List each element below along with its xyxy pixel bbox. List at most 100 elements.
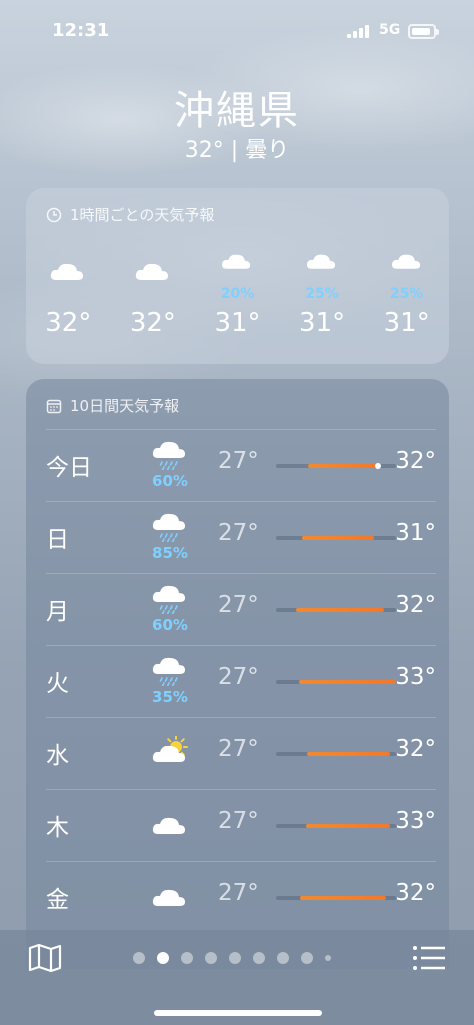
day-low-temp: 27° xyxy=(218,736,259,762)
day-precip: 60% xyxy=(152,616,188,634)
day-name: 月 xyxy=(46,599,69,625)
day-condition-wrap xyxy=(150,438,190,471)
temp-range-bar xyxy=(306,824,390,828)
day-low-temp: 27° xyxy=(218,664,259,690)
page-dot[interactable] xyxy=(133,952,145,964)
sun-cloud-icon xyxy=(152,735,188,762)
daily-title-label: 10日間天気予報 xyxy=(70,397,180,415)
day-condition-wrap xyxy=(150,808,190,840)
clock-icon xyxy=(46,207,62,222)
temp-range-track xyxy=(276,608,396,612)
hour-temp: 31° xyxy=(214,308,261,338)
hour-temp: 31° xyxy=(383,308,430,338)
day-low-temp: 27° xyxy=(218,520,259,546)
page-dot[interactable] xyxy=(157,952,169,964)
day-low-temp: 27° xyxy=(218,592,259,618)
hour-temp: 32° xyxy=(129,308,176,338)
day-precip: 60% xyxy=(152,472,188,490)
hour-condition-wrap xyxy=(387,246,427,278)
day-high-temp: 32° xyxy=(395,736,436,762)
rain-cloud-icon xyxy=(152,441,185,471)
day-row[interactable]: 日 85% 27° 31° xyxy=(46,501,436,573)
day-row[interactable]: 木 27° 33° xyxy=(46,789,436,861)
cloud-icon xyxy=(152,817,185,834)
page-dot[interactable] xyxy=(277,952,289,964)
page-dot[interactable] xyxy=(181,952,193,964)
map-icon[interactable] xyxy=(27,942,63,974)
day-row[interactable]: 水 27° 32° xyxy=(46,717,436,789)
temp-range-bar xyxy=(307,752,390,756)
hour-item: 20% 31° xyxy=(195,246,280,346)
rain-cloud-icon xyxy=(222,254,251,269)
list-icon[interactable] xyxy=(411,942,447,974)
hour-item: 32° xyxy=(111,246,196,346)
day-condition-wrap xyxy=(150,582,190,615)
day-row[interactable]: 今日 60% 27° 32° xyxy=(46,429,436,501)
hour-condition-wrap xyxy=(48,254,88,290)
page-indicator[interactable] xyxy=(133,952,331,964)
hour-condition-wrap xyxy=(133,254,173,290)
day-name: 日 xyxy=(46,527,69,553)
calendar-icon xyxy=(46,399,62,413)
cloud-icon xyxy=(51,263,84,280)
hour-item: 25% 31° xyxy=(280,246,365,346)
rain-cloud-icon xyxy=(152,657,185,687)
day-condition-wrap xyxy=(150,880,190,912)
home-indicator[interactable] xyxy=(154,1010,322,1016)
page-dot[interactable] xyxy=(325,955,331,961)
bottom-toolbar xyxy=(0,930,474,1025)
status-time: 12:31 xyxy=(52,20,110,41)
temp-range-track xyxy=(276,536,396,540)
temp-range-bar xyxy=(300,896,387,900)
ten-day-forecast-card[interactable]: 10日間天気予報 今日 60% 27° 32° 日 85% 27° 31° 月 60% 27° 32°… xyxy=(26,379,449,969)
day-high-temp: 32° xyxy=(395,592,436,618)
day-name: 火 xyxy=(46,671,69,697)
temp-range-track xyxy=(276,752,396,756)
day-high-temp: 32° xyxy=(395,880,436,906)
temp-range-bar xyxy=(302,536,375,540)
cloud-icon xyxy=(135,263,168,280)
day-name: 木 xyxy=(46,815,69,841)
day-condition-wrap xyxy=(150,735,190,768)
hour-item: 32° xyxy=(26,246,111,346)
hourly-card-title: 1時間ごとの天気予報 xyxy=(46,204,214,225)
hour-item: 25% 31° xyxy=(364,246,449,346)
temp-range-track xyxy=(276,896,396,900)
hourly-forecast-card[interactable]: 1時間ごとの天気予報 32° 32° 20% 31° 25% 31° 25% 31° xyxy=(26,188,449,364)
network-type: 5G xyxy=(379,22,401,38)
status-bar: 12:31 5G xyxy=(0,0,474,64)
day-high-temp: 33° xyxy=(395,664,436,690)
daily-card-title: 10日間天気予報 xyxy=(46,395,179,416)
hour-precip: 25% xyxy=(389,286,424,302)
page-dot[interactable] xyxy=(253,952,265,964)
day-name: 金 xyxy=(46,887,69,913)
day-name: 水 xyxy=(46,743,69,769)
rain-cloud-icon xyxy=(391,254,420,269)
city-name: 沖縄県 xyxy=(174,88,300,134)
day-low-temp: 27° xyxy=(218,880,259,906)
temp-range-track xyxy=(276,463,396,469)
temp-range-bar xyxy=(296,608,384,612)
day-row[interactable]: 月 60% 27° 32° xyxy=(46,573,436,645)
page-dot[interactable] xyxy=(229,952,241,964)
rain-cloud-icon xyxy=(307,254,336,269)
battery-icon xyxy=(408,24,439,39)
hourly-title-label: 1時間ごとの天気予報 xyxy=(70,206,215,224)
cloud-icon xyxy=(152,889,185,906)
hour-condition-wrap xyxy=(217,246,257,278)
day-row[interactable]: 火 35% 27° 33° xyxy=(46,645,436,717)
day-name: 今日 xyxy=(46,455,92,481)
hour-condition-wrap xyxy=(302,246,342,278)
page-dot[interactable] xyxy=(205,952,217,964)
day-high-temp: 33° xyxy=(395,808,436,834)
day-row[interactable]: 金 27° 32° xyxy=(46,861,436,933)
temp-range-bar xyxy=(308,464,378,468)
temp-range-track xyxy=(276,824,396,828)
hourly-list: 32° 32° 20% 31° 25% 31° 25% 31° xyxy=(26,246,449,346)
current-temp-dot xyxy=(375,463,381,469)
page-dot[interactable] xyxy=(301,952,313,964)
temp-range-bar xyxy=(298,680,396,684)
day-low-temp: 27° xyxy=(218,808,259,834)
hour-precip: 20% xyxy=(220,286,255,302)
day-precip: 85% xyxy=(152,544,188,562)
